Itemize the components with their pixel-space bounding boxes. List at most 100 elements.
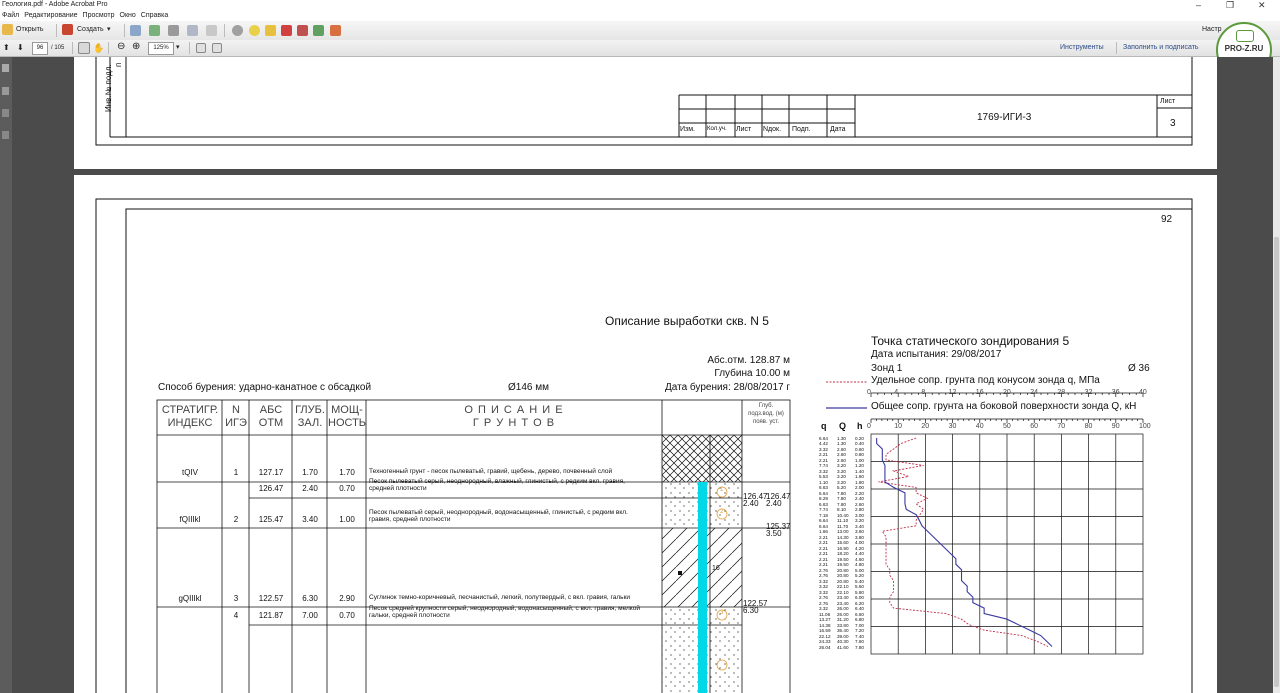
open-button[interactable]: Открыть bbox=[16, 23, 44, 37]
cpt-Q-value: 2.60 bbox=[837, 446, 846, 452]
pages-icon[interactable] bbox=[2, 64, 9, 72]
edit-icon[interactable] bbox=[187, 25, 198, 36]
cpt-h-value: 3.80 bbox=[855, 534, 864, 540]
title-bar: Геология.pdf - Adobe Acrobat Pro – ❐ ✕ bbox=[0, 0, 1280, 10]
menu-edit[interactable]: Редактирование bbox=[24, 10, 77, 21]
cpt-Q-value: 14.30 bbox=[837, 534, 849, 540]
cpt-Q-value: 3.20 bbox=[837, 468, 846, 474]
cpt-q-value: 2.76 bbox=[819, 595, 828, 601]
nav-toolbar: ⬆ ⬇ 96 / 105 ✋ ⊖ ⊕ 125% ▾ Инструменты За… bbox=[0, 40, 1280, 57]
cpt-q-value: 6.64 bbox=[819, 523, 828, 529]
create-button[interactable]: Создать bbox=[77, 23, 104, 37]
cpt-axis-q-tick: 24 bbox=[1030, 389, 1038, 396]
zoom-in-icon[interactable]: ⊕ bbox=[132, 40, 140, 54]
cloud-icon[interactable] bbox=[149, 25, 160, 36]
cpt-Q-value: 3.20 bbox=[837, 463, 846, 469]
zoom-dropdown-icon[interactable]: ▾ bbox=[176, 41, 180, 55]
sheet-label: Лист bbox=[1160, 98, 1176, 105]
cpt-Q-value: 19.50 bbox=[837, 556, 849, 562]
signatures-icon[interactable] bbox=[2, 131, 9, 139]
sheet-number: 3 bbox=[1170, 118, 1176, 129]
cpt-Q-value: 1.30 bbox=[837, 441, 846, 447]
close-button[interactable]: ✕ bbox=[1258, 0, 1266, 10]
menu-help[interactable]: Справка bbox=[141, 10, 168, 21]
row-abs: 122.57 bbox=[258, 594, 284, 603]
share-icon[interactable] bbox=[313, 25, 324, 36]
comment-icon[interactable] bbox=[249, 25, 260, 36]
window-title: Геология.pdf - Adobe Acrobat Pro bbox=[2, 1, 108, 8]
cpt-q-value: 3.32 bbox=[819, 589, 828, 595]
cpt-q-value: 11.06 bbox=[819, 611, 831, 617]
cpt-q-value: 2.21 bbox=[819, 540, 828, 546]
cpt-Q-value: 22.10 bbox=[837, 589, 849, 595]
cpt-h-value: 7.00 bbox=[855, 622, 864, 628]
house-icon bbox=[1236, 30, 1254, 42]
zoom-input[interactable]: 125% bbox=[148, 42, 174, 55]
cpt-h-value: 5.60 bbox=[855, 584, 864, 590]
cpt-legend-Q: Общее сопр. грунта на боковой поверхност… bbox=[871, 401, 1137, 412]
fit-page-icon[interactable] bbox=[196, 43, 206, 53]
cpt-q-value: 6.64 bbox=[819, 490, 828, 496]
cpt-col-Q: Q bbox=[839, 421, 847, 431]
print-icon[interactable] bbox=[168, 25, 179, 36]
cpt-h-value: 2.00 bbox=[855, 485, 864, 491]
stamp-icon[interactable] bbox=[281, 25, 292, 36]
maximize-button[interactable]: ❐ bbox=[1226, 0, 1234, 10]
cpt-q-value: 6.64 bbox=[819, 436, 828, 441]
menu-file[interactable]: Файл bbox=[2, 10, 19, 21]
minimize-button[interactable]: – bbox=[1196, 0, 1201, 10]
menu-window[interactable]: Окно bbox=[120, 10, 136, 21]
tools-link[interactable]: Инструменты bbox=[1060, 41, 1104, 55]
fullscreen-icon[interactable] bbox=[212, 43, 222, 53]
review-icon[interactable] bbox=[330, 25, 341, 36]
cpt-h-value: 4.20 bbox=[855, 545, 864, 551]
hand-tool-icon[interactable]: ✋ bbox=[93, 41, 104, 55]
customize-link[interactable]: Настр bbox=[1202, 23, 1222, 37]
cpt-h-value: 1.80 bbox=[855, 479, 864, 485]
cpt-h-value: 5.20 bbox=[855, 573, 864, 579]
cpt-Q-value: 11.10 bbox=[837, 518, 849, 524]
column-label-16: 16 bbox=[712, 565, 720, 572]
row-glub: 7.00 bbox=[302, 611, 318, 620]
vertical-scrollbar[interactable] bbox=[1273, 57, 1280, 693]
cpt-q-value: 13.27 bbox=[819, 617, 831, 623]
zoom-out-icon[interactable]: ⊖ bbox=[117, 40, 125, 54]
cpt-q-value: 6.63 bbox=[819, 501, 828, 507]
cpt-q-value: 3.32 bbox=[819, 606, 828, 612]
menu-view[interactable]: Просмотр bbox=[83, 10, 115, 21]
water-appear-1: 126.47 2.40 bbox=[743, 492, 768, 508]
select-cursor-icon[interactable] bbox=[78, 42, 90, 54]
gear-icon[interactable] bbox=[232, 25, 243, 36]
header-ige: N ИГЭ bbox=[225, 404, 247, 429]
row-glub: 6.30 bbox=[302, 594, 318, 603]
attach-icon[interactable] bbox=[297, 25, 308, 36]
cpt-Q-value: 7.80 bbox=[837, 496, 846, 502]
chevron-down-icon[interactable]: ▾ bbox=[107, 23, 111, 37]
arrow-up-icon[interactable]: ⬆ bbox=[3, 41, 10, 55]
attachments-icon[interactable] bbox=[2, 109, 9, 117]
cpt-q-value: 3.32 bbox=[819, 468, 828, 474]
bookmarks-icon[interactable] bbox=[2, 87, 9, 95]
cpt-q-value: 2.76 bbox=[819, 567, 828, 573]
fill-sign-link[interactable]: Заполнить и подписать bbox=[1123, 41, 1199, 55]
cpt-q-value: 2.76 bbox=[819, 573, 828, 579]
header-description: О П И С А Н И ЕГ Р У Н Т О В bbox=[464, 404, 564, 429]
cpt-h-value: 1.40 bbox=[855, 468, 864, 474]
arrow-down-icon[interactable]: ⬇ bbox=[17, 41, 24, 55]
cpt-h-value: 2.80 bbox=[855, 507, 864, 513]
save-icon[interactable] bbox=[130, 25, 141, 36]
cpt-q-value: 3.32 bbox=[819, 578, 828, 584]
cpt-q-value: 2.21 bbox=[819, 556, 828, 562]
inventory-label: Инв.№ подл. bbox=[104, 64, 113, 112]
row-glub: 2.40 bbox=[302, 484, 318, 493]
scrollbar-thumb[interactable] bbox=[1274, 237, 1279, 687]
stamp-header-list: Лист bbox=[736, 126, 752, 133]
highlight-icon[interactable] bbox=[265, 25, 276, 36]
mail-icon[interactable] bbox=[206, 25, 217, 36]
page-number-input[interactable]: 96 bbox=[32, 42, 48, 55]
cpt-h-value: 1.00 bbox=[855, 457, 864, 463]
cpt-q-value: 2.21 bbox=[819, 545, 828, 551]
cpt-h-value: 7.20 bbox=[855, 628, 864, 634]
cpt-axis-Q-tick: 50 bbox=[1003, 423, 1011, 430]
cpt-Q-value: 41.60 bbox=[837, 644, 849, 650]
